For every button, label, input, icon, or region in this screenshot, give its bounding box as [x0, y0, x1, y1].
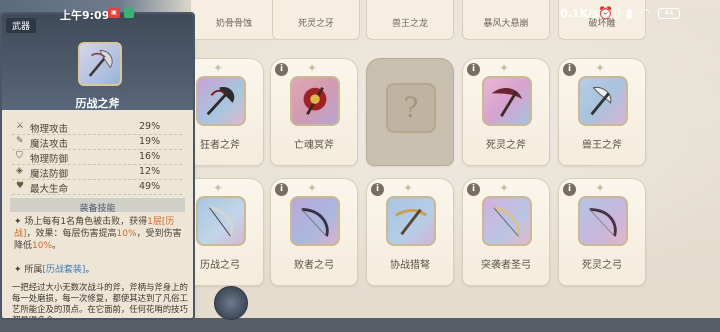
skill-text: 。 [52, 241, 62, 251]
stat-value: 29% [139, 121, 161, 132]
sparkle-icon: ✦ [595, 181, 606, 195]
info-icon[interactable]: i [275, 183, 288, 196]
weapon-name: 历战之斧 [75, 97, 120, 110]
battery-icon: 44 [658, 8, 680, 19]
shield-icon: ⛉ [16, 151, 23, 161]
set-suffix: 。 [85, 265, 95, 275]
stat-row: ♥ 最大生命 49% [12, 180, 182, 195]
item-name: 兽王之斧 [582, 140, 622, 151]
info-icon[interactable]: i [563, 63, 576, 76]
stat-label: 最大生命 [30, 184, 69, 195]
sparkle-icon: ✦ [499, 61, 510, 75]
stat-label: 魔法防御 [30, 169, 69, 180]
vibrate-icon: ▯ [614, 6, 621, 20]
status-bar: 上午9:09 ▣ 0.1K/s ⏰ ▯ ▮ ◠ 44 [0, 0, 720, 26]
axe-icon [290, 76, 340, 126]
crossbow-icon [386, 196, 436, 246]
skill-text: ，效果：每层伤害提高 [26, 229, 117, 239]
heart-icon: ♥ [16, 181, 25, 191]
skill-highlight: 10% [116, 229, 137, 239]
locked-item-card[interactable]: ? [366, 58, 454, 166]
stat-row: ✎ 魔法攻击 19% [12, 135, 182, 150]
item-card[interactable]: i ✦ 败者之弓 [270, 178, 358, 286]
sparkle-icon: ✦ [499, 181, 510, 195]
stat-value: 49% [139, 181, 161, 192]
notification-icon: ▣ [108, 8, 120, 18]
wifi-icon: ◠ [640, 6, 651, 20]
skill-text: 场上每有1名角色被击败，获得 [24, 217, 148, 227]
status-time: 上午9:09 [60, 9, 110, 22]
set-prefix: 所属 [24, 265, 43, 275]
item-card[interactable]: i ✦ 死灵之弓 [558, 178, 646, 286]
stats-list: ⚔ 物理攻击 29% ✎ 魔法攻击 19% ⛉ 物理防御 16% ◈ 魔法防御 … [12, 120, 182, 195]
set-info: ✦ 所属[历战套装]。 [14, 262, 94, 275]
weapon-lore: 一把经过大小无数次战斗的斧，斧柄与斧身上的每一处磨损，每一次修复，都使其达到了凡… [12, 282, 188, 320]
item-card[interactable]: i ✦ 突袭者圣弓 [462, 178, 550, 286]
set-link[interactable]: [历战套装] [42, 265, 85, 275]
axe-icon [482, 76, 532, 126]
stat-label: 物理防御 [30, 154, 69, 165]
skill-highlight: 10% [32, 241, 53, 251]
bottom-bar [0, 318, 720, 332]
stat-value: 12% [139, 166, 161, 177]
skill-description: ✦ 场上每有1名角色被击败，获得1层[历战]，效果：每层伤害提高10%，受到伤害… [14, 216, 186, 252]
signal-icon: ▮ [626, 6, 633, 20]
item-name: 亡魂冥斧 [294, 140, 334, 151]
item-card[interactable]: i ✦ 兽王之斧 [558, 58, 646, 166]
sparkle-icon: ✦ [403, 181, 414, 195]
app-notification-icon [124, 8, 134, 18]
info-icon[interactable]: i [275, 63, 288, 76]
magic-shield-icon: ◈ [16, 166, 23, 176]
info-icon[interactable]: i [371, 183, 384, 196]
bow-icon [482, 196, 532, 246]
sword-icon: ⚔ [16, 121, 25, 131]
bow-icon [578, 196, 628, 246]
item-card[interactable]: i ✦ 协战猎弩 [366, 178, 454, 286]
stat-row: ⚔ 物理攻击 29% [12, 120, 182, 135]
stat-row: ◈ 魔法防御 12% [12, 165, 182, 180]
bullet-icon: ✦ [14, 265, 25, 275]
axe-icon [578, 76, 628, 126]
item-card[interactable]: i ✦ 亡魂冥斧 [270, 58, 358, 166]
info-icon[interactable]: i [563, 183, 576, 196]
stat-row: ⛉ 物理防御 16% [12, 150, 182, 165]
bullet-icon: ✦ [14, 217, 25, 227]
sparkle-icon: ✦ [213, 61, 224, 75]
stat-value: 16% [139, 151, 161, 162]
weapon-detail-panel: 武器 历战之斧 ⚔ 物理攻击 29% ✎ 魔法攻击 19% ⛉ 物理防御 16%… [0, 12, 195, 320]
sparkle-icon: ✦ [307, 61, 318, 75]
unknown-item-icon: ? [386, 83, 436, 133]
item-name: 败者之弓 [294, 260, 334, 271]
axe-icon [78, 42, 122, 86]
item-name: 突袭者圣弓 [481, 260, 531, 271]
info-icon[interactable]: i [467, 63, 480, 76]
world-map-button[interactable] [214, 286, 248, 320]
sparkle-icon: ✦ [307, 181, 318, 195]
alarm-icon: ⏰ [598, 6, 613, 20]
item-name: 协战猎弩 [390, 260, 430, 271]
item-name: 死灵之斧 [486, 140, 526, 151]
item-name: 死灵之弓 [582, 260, 622, 271]
bow-icon [290, 196, 340, 246]
stat-value: 19% [139, 136, 161, 147]
info-icon[interactable]: i [467, 183, 480, 196]
item-card[interactable]: i ✦ 死灵之斧 [462, 58, 550, 166]
sparkle-icon: ✦ [595, 61, 606, 75]
stat-label: 魔法攻击 [30, 139, 69, 150]
network-speed: 0.1K/s [560, 7, 599, 20]
axe-icon [196, 76, 246, 126]
skill-section-title: 装备技能 [2, 198, 193, 214]
bow-icon [196, 196, 246, 246]
stat-label: 物理攻击 [30, 124, 69, 135]
wand-icon: ✎ [16, 136, 24, 146]
sparkle-icon: ✦ [213, 181, 224, 195]
